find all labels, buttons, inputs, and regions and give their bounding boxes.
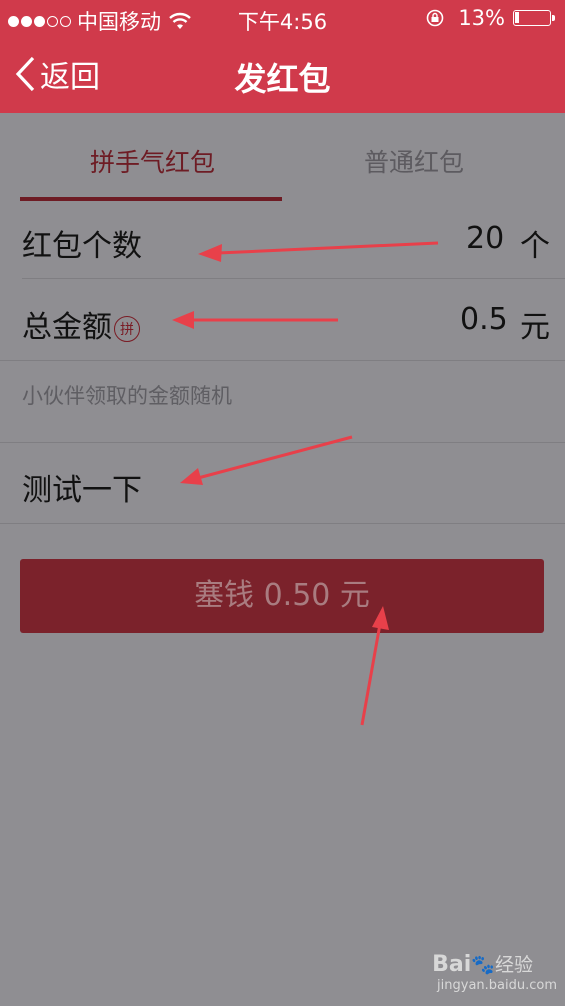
arrow-to-button <box>360 606 389 726</box>
watermark-url: jingyan.baidu.com <box>437 978 557 993</box>
arrow-to-amount <box>172 311 338 329</box>
watermark-brand: Bai <box>432 952 472 977</box>
paw-icon: 🐾 <box>471 954 495 976</box>
arrow-to-message <box>180 435 353 485</box>
arrow-to-count <box>198 241 439 262</box>
baidu-watermark: Bai🐾经验 jingyan.baidu.com <box>432 950 557 993</box>
annotation-arrows <box>172 241 439 726</box>
watermark-suffix: 经验 <box>494 954 533 976</box>
